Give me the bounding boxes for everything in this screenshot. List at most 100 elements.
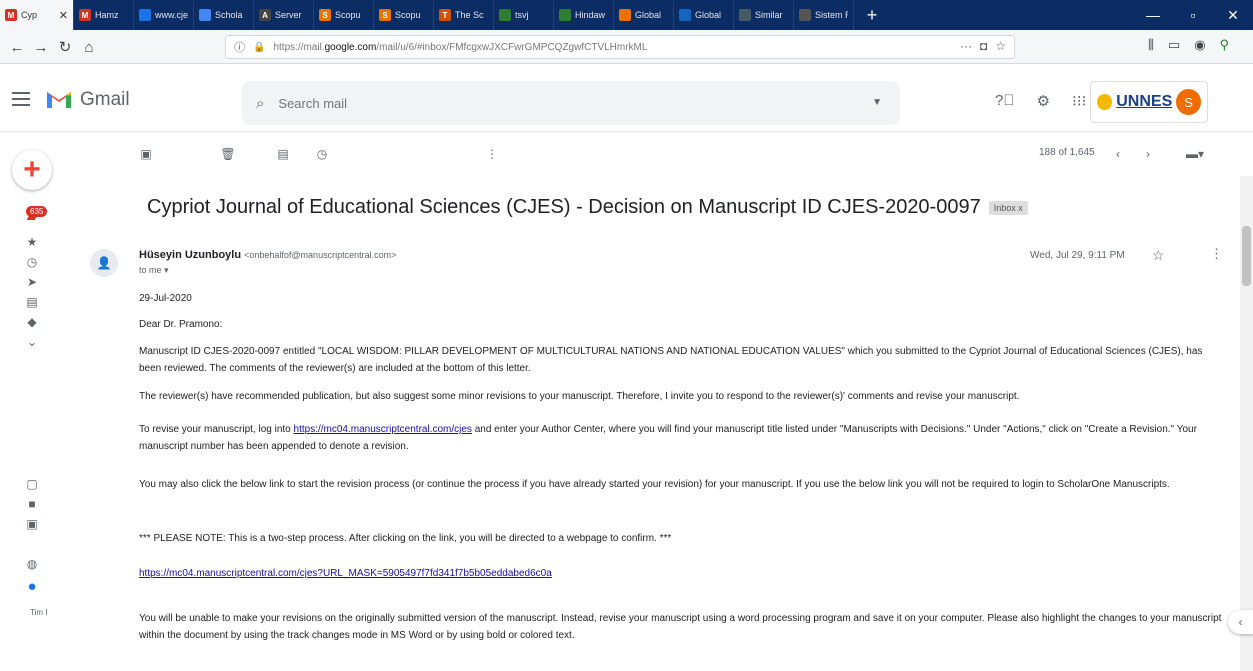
tab-close-icon[interactable]: ✕: [59, 9, 68, 22]
account-icon[interactable]: ◉: [1194, 37, 1205, 53]
author-center-link[interactable]: https://mc04.manuscriptcentral.com/cjes: [294, 424, 472, 435]
snooze-icon[interactable]: ◷: [314, 146, 330, 162]
tab-favicon-icon: [739, 9, 751, 21]
lock-icon: 🔒: [253, 41, 266, 53]
account-switcher[interactable]: UNNES S: [1090, 81, 1208, 123]
more-options-icon[interactable]: ⋮: [484, 146, 500, 162]
more-chevron-icon[interactable]: ⌄: [24, 334, 40, 350]
starred-icon[interactable]: ★: [24, 234, 40, 250]
browser-tab[interactable]: www.cjes: [134, 0, 194, 30]
paragraph-4: You may also click the below link to sta…: [139, 479, 1170, 490]
tab-favicon-icon: S: [319, 9, 331, 21]
library-icon[interactable]: ⫼: [1148, 37, 1154, 53]
tab-favicon-icon: [679, 9, 691, 21]
scrollbar[interactable]: [1240, 176, 1253, 671]
browser-tab[interactable]: M Hamz: [74, 0, 134, 30]
tab-label: Schola: [215, 10, 243, 20]
browser-tab[interactable]: Global: [614, 0, 674, 30]
sent-icon[interactable]: ➤: [24, 274, 40, 290]
gmail-logo-icon: [47, 92, 71, 108]
inbox-label-badge[interactable]: Inbox x: [988, 200, 1028, 215]
sender-avatar-icon: 👤: [90, 249, 118, 277]
rail-text: Tim I: [30, 608, 48, 617]
browser-tab[interactable]: T The Sc: [434, 0, 494, 30]
back-icon[interactable]: ←: [6, 36, 28, 58]
move-to-icon[interactable]: ▤: [275, 146, 291, 162]
tab-label: Similar: [755, 10, 783, 20]
message-date: Wed, Jul 29, 9:11 PM: [1030, 250, 1125, 261]
tab-favicon-icon: [559, 9, 571, 21]
info-icon[interactable]: ⓘ: [234, 39, 245, 55]
new-tab-icon[interactable]: +: [854, 0, 890, 30]
message-subject: Cypriot Journal of Educational Sciences …: [147, 196, 1028, 219]
page-actions-icon[interactable]: ···: [960, 39, 972, 53]
extension-icon[interactable]: ⚲: [1220, 37, 1230, 53]
paragraph-7: You will be unable to make your revision…: [139, 613, 1222, 641]
contact-avatar-icon[interactable]: ●: [24, 578, 40, 595]
older-chevron-icon[interactable]: ›: [1140, 146, 1156, 162]
avatar[interactable]: S: [1176, 89, 1201, 115]
paragraph-2: The reviewer(s) have recommended publica…: [139, 391, 1020, 402]
tab-favicon-icon: M: [79, 9, 91, 21]
newer-chevron-icon[interactable]: ‹: [1110, 146, 1126, 162]
sidebar-icon[interactable]: ▭: [1168, 37, 1180, 53]
browser-tab[interactable]: Sistem Rep: [794, 0, 854, 30]
search-box[interactable]: ⌕ ▼: [242, 81, 900, 125]
pager-count: 188 of 1,645: [1039, 147, 1095, 158]
browser-tab[interactable]: tsvj: [494, 0, 554, 30]
main-menu-icon[interactable]: [12, 92, 30, 106]
hangouts-icon[interactable]: ◍: [24, 556, 40, 572]
close-window-icon[interactable]: ✕: [1213, 0, 1253, 30]
minimize-icon[interactable]: —: [1133, 0, 1173, 30]
meet-icon[interactable]: ▢: [24, 476, 40, 492]
search-input[interactable]: [278, 95, 839, 111]
message-more-icon[interactable]: ⋮: [1210, 246, 1223, 262]
scrollbar-thumb[interactable]: [1242, 226, 1251, 286]
browser-tab[interactable]: Global: [674, 0, 734, 30]
tab-label: Global: [695, 10, 722, 20]
tab-favicon-icon: [499, 9, 511, 21]
browser-tab[interactable]: A Server: [254, 0, 314, 30]
side-panel-toggle-icon[interactable]: ‹: [1228, 610, 1253, 634]
drafts-icon[interactable]: ▤: [24, 294, 40, 310]
tab-label: Global: [635, 10, 662, 20]
browser-tab[interactable]: S Scopu: [314, 0, 374, 30]
pocket-icon[interactable]: ◘: [980, 39, 987, 53]
sender-name[interactable]: Hüseyin Uzunboylu: [139, 249, 241, 261]
browser-tab[interactable]: Similar: [734, 0, 794, 30]
settings-gear-icon[interactable]: ⚙: [1037, 92, 1050, 110]
compose-button[interactable]: +: [12, 150, 52, 190]
forward-icon[interactable]: →: [30, 36, 52, 58]
tab-favicon-icon: [199, 9, 211, 21]
delete-icon[interactable]: 🗑: [220, 146, 236, 162]
tab-label: Server: [275, 10, 302, 20]
paragraph-5: *** PLEASE NOTE: This is a two-step proc…: [139, 533, 672, 544]
search-options-icon[interactable]: ▼: [872, 97, 882, 108]
input-tools-icon[interactable]: ▬▾: [1180, 146, 1210, 162]
home-icon[interactable]: ⌂: [78, 36, 100, 58]
recipient-details[interactable]: to me ▾: [139, 265, 169, 276]
browser-tab[interactable]: Hindaw: [554, 0, 614, 30]
tab-label: Sistem Rep: [815, 10, 848, 20]
apps-grid-icon[interactable]: ⁝⁝⁝: [1072, 92, 1086, 110]
browser-tab[interactable]: S Scopu: [374, 0, 434, 30]
snoozed-icon[interactable]: ◷: [24, 254, 40, 270]
gmail-app-name: Gmail: [80, 89, 130, 110]
star-icon[interactable]: ☆: [1152, 247, 1165, 264]
help-icon[interactable]: ?⃝: [995, 92, 1015, 110]
browser-tab[interactable]: M Cyp ✕: [0, 0, 74, 30]
label-icon[interactable]: ◆: [24, 314, 40, 330]
tab-label: Scopu: [395, 10, 421, 20]
browser-tab[interactable]: Schola: [194, 0, 254, 30]
tab-favicon-icon: M: [5, 9, 17, 21]
bookmark-star-icon[interactable]: ☆: [995, 39, 1006, 53]
revision-link[interactable]: https://mc04.manuscriptcentral.com/cjes?…: [139, 568, 552, 579]
calendar-icon[interactable]: ▣: [24, 516, 40, 532]
reload-icon[interactable]: ↻: [54, 36, 76, 58]
url-bar[interactable]: ⓘ 🔒 https://mail.google.com/mail/u/6/#in…: [225, 35, 1015, 59]
video-icon[interactable]: ■: [24, 496, 40, 512]
search-icon[interactable]: ⌕: [256, 95, 264, 112]
paragraph-1: Manuscript ID CJES-2020-0097 entitled "L…: [139, 346, 1203, 374]
archive-icon[interactable]: ▣: [138, 146, 154, 162]
maximize-icon[interactable]: ▫: [1173, 0, 1213, 30]
